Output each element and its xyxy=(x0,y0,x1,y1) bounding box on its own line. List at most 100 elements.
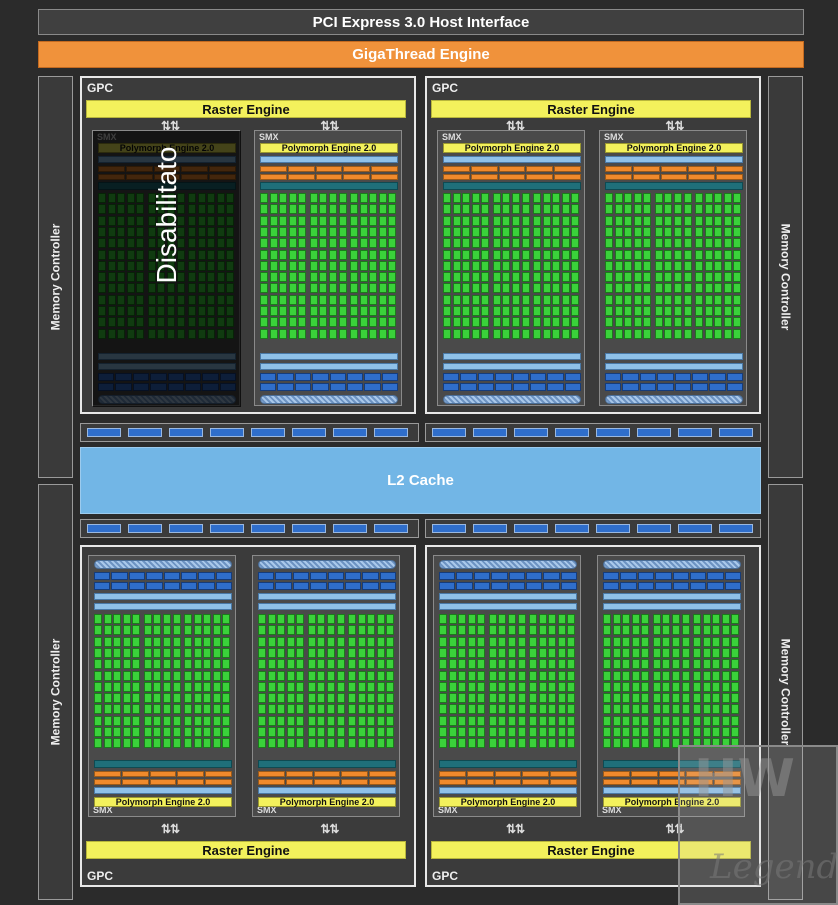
cuda-core xyxy=(683,226,692,237)
cuda-core xyxy=(113,670,122,681)
cuda-core xyxy=(222,614,231,624)
sfu-unit xyxy=(456,582,473,590)
pcie-label: PCI Express 3.0 Host Interface xyxy=(312,13,530,31)
cuda-core xyxy=(350,317,358,328)
cuda-core xyxy=(317,614,326,624)
cuda-core xyxy=(369,317,378,328)
cuda-core xyxy=(695,294,703,305)
cuda-core xyxy=(612,704,621,715)
cuda-core xyxy=(319,328,328,339)
cuda-core xyxy=(643,294,652,305)
cuda-core xyxy=(307,636,316,647)
cuda-core xyxy=(367,704,376,715)
cuda-core xyxy=(492,215,501,226)
cuda-core xyxy=(269,193,278,203)
cuda-core xyxy=(662,647,671,658)
cuda-core xyxy=(733,260,742,271)
cuda-core xyxy=(673,204,682,215)
load-store-unit xyxy=(315,174,343,180)
cuda-core xyxy=(631,727,640,737)
cuda-core xyxy=(654,238,663,249)
cuda-core xyxy=(143,659,152,670)
cuda-core xyxy=(498,727,507,737)
cuda-core xyxy=(338,193,347,203)
cuda-core xyxy=(193,670,202,681)
cuda-core xyxy=(378,193,387,203)
cuda-core xyxy=(467,659,476,670)
sfu-unit xyxy=(443,383,460,391)
sfu-unit xyxy=(726,373,743,381)
cuda-core xyxy=(258,636,266,647)
cuda-core xyxy=(132,727,141,737)
crossbar-segment xyxy=(555,524,589,533)
cuda-core xyxy=(103,681,112,692)
cuda-core xyxy=(388,193,397,203)
cuda-core xyxy=(357,647,366,658)
cuda-core xyxy=(443,260,451,271)
cuda-core xyxy=(704,328,713,339)
cuda-core xyxy=(612,647,621,658)
cuda-core xyxy=(492,226,501,237)
cuda-core xyxy=(612,659,621,670)
cuda-core xyxy=(614,272,623,283)
cuda-core xyxy=(376,625,385,636)
cuda-core xyxy=(561,294,570,305)
load-store-unit xyxy=(285,771,313,777)
cuda-core xyxy=(624,294,633,305)
cuda-core xyxy=(307,670,316,681)
cuda-core xyxy=(571,238,580,249)
cuda-core xyxy=(172,693,181,704)
cuda-core xyxy=(350,272,358,283)
cuda-core xyxy=(683,193,692,203)
load-store-unit xyxy=(605,166,632,172)
cuda-core xyxy=(502,226,511,237)
cuda-core xyxy=(603,693,611,704)
cuda-core xyxy=(279,283,288,294)
cuda-core xyxy=(113,715,122,726)
cuda-core xyxy=(552,260,561,271)
cuda-core xyxy=(603,727,611,737)
cuda-core xyxy=(731,704,740,715)
cuda-core xyxy=(359,193,368,203)
cuda-core xyxy=(286,636,295,647)
cuda-core xyxy=(517,647,526,658)
cuda-core xyxy=(443,238,451,249)
cuda-core xyxy=(612,681,621,692)
cuda-core xyxy=(571,328,580,339)
crossbar-segment xyxy=(128,524,162,533)
cuda-core xyxy=(712,636,721,647)
cuda-core xyxy=(277,659,286,670)
dispatch-unit xyxy=(94,760,232,768)
cuda-core xyxy=(357,614,366,624)
cuda-core xyxy=(662,670,671,681)
cuda-core xyxy=(681,693,690,704)
cuda-core xyxy=(552,226,561,237)
cuda-core xyxy=(298,283,307,294)
cuda-core xyxy=(307,693,316,704)
cuda-core xyxy=(132,625,141,636)
cuda-core xyxy=(277,614,286,624)
cuda-core xyxy=(603,738,611,749)
cuda-core xyxy=(143,681,152,692)
cuda-core xyxy=(279,317,288,328)
cuda-core xyxy=(348,715,356,726)
cuda-core xyxy=(336,636,345,647)
cuda-core xyxy=(673,193,682,203)
sfu-unit xyxy=(128,572,146,580)
cuda-core xyxy=(567,727,576,737)
cuda-core xyxy=(502,249,511,260)
cuda-core xyxy=(113,614,122,624)
load-store-unit xyxy=(371,174,398,180)
cuda-core xyxy=(481,193,490,203)
cuda-core xyxy=(212,614,221,624)
cuda-core xyxy=(612,625,621,636)
cuda-core xyxy=(132,614,141,624)
cuda-core xyxy=(652,647,661,658)
cuda-core xyxy=(652,727,661,737)
texture-cache xyxy=(439,560,577,569)
cuda-core xyxy=(511,238,520,249)
register-file xyxy=(258,603,396,610)
crossbar-segment xyxy=(596,524,630,533)
cuda-core xyxy=(673,283,682,294)
cuda-core xyxy=(561,238,570,249)
